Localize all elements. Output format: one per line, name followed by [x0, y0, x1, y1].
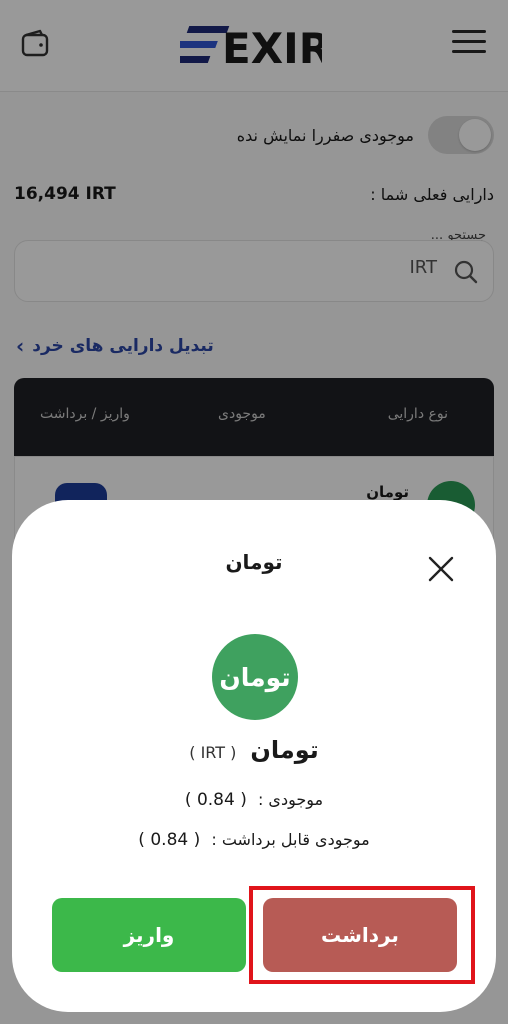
withdrawable-value: ( 0.84 ) [138, 830, 201, 850]
balance-value: ( 0.84 ) [184, 790, 247, 810]
withdraw-highlight-box [249, 886, 475, 984]
deposit-button[interactable]: واریز [52, 898, 246, 972]
toman-coin-icon: تومان [212, 634, 298, 720]
coin-logo-text: تومان [219, 662, 291, 692]
withdrawable-line: موجودی قابل برداشت : ( 0.84 ) [12, 830, 496, 850]
balance-line: موجودی : ( 0.84 ) [12, 790, 496, 810]
balance-label: موجودی : [257, 790, 324, 809]
close-icon[interactable] [428, 556, 454, 582]
coin-name-row: تومان ( IRT ) [12, 736, 496, 764]
coin-symbol: ( IRT ) [189, 743, 237, 762]
asset-modal: تومان تومان تومان ( IRT ) موجودی : ( 0.8… [12, 500, 496, 1012]
coin-name: تومان [250, 736, 319, 764]
withdrawable-label: موجودی قابل برداشت : [211, 830, 370, 849]
modal-title: تومان [225, 550, 283, 574]
